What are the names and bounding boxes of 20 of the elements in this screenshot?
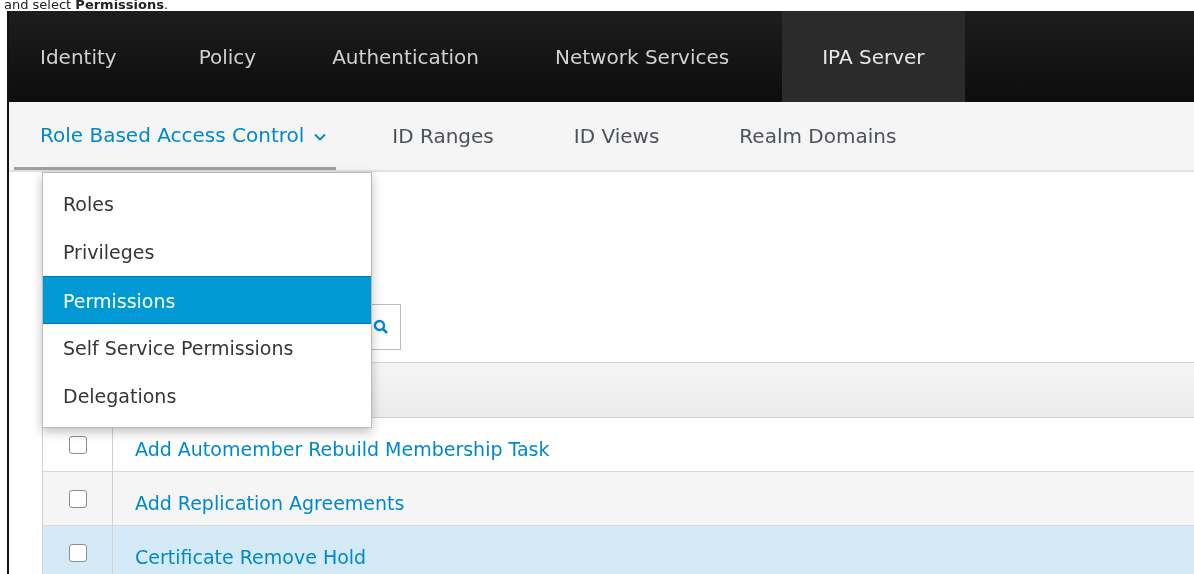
nav-tab[interactable]: Policy bbox=[167, 11, 288, 102]
nav-tab[interactable]: Network Services bbox=[524, 11, 761, 102]
search-icon bbox=[373, 319, 389, 335]
subnav-tab[interactable]: ID Ranges bbox=[352, 102, 534, 170]
nav-tab[interactable]: IPA Server bbox=[782, 11, 965, 102]
menu-item[interactable]: Delegations bbox=[43, 372, 371, 420]
row-checkbox[interactable] bbox=[68, 489, 87, 508]
permission-link[interactable]: Add Replication Agreements bbox=[135, 483, 405, 514]
subnav-tab[interactable]: ID Views bbox=[533, 102, 700, 170]
subnav-tab[interactable]: Realm Domains bbox=[699, 102, 937, 170]
menu-item[interactable]: Privileges bbox=[43, 228, 371, 276]
row-checkbox[interactable] bbox=[68, 543, 87, 562]
permission-link[interactable]: Add Automember Rebuild Membership Task bbox=[135, 429, 550, 460]
menu-item[interactable]: Self Service Permissions bbox=[43, 324, 371, 372]
menu-item[interactable]: Roles bbox=[43, 180, 371, 228]
nav-tab[interactable]: Identity bbox=[9, 11, 148, 102]
table-row[interactable]: Add Replication Agreements bbox=[42, 472, 1194, 526]
nav-tab[interactable]: Authentication bbox=[301, 11, 510, 102]
row-checkbox[interactable] bbox=[68, 435, 87, 454]
instruction-text: and select Permissions. bbox=[4, 0, 169, 11]
